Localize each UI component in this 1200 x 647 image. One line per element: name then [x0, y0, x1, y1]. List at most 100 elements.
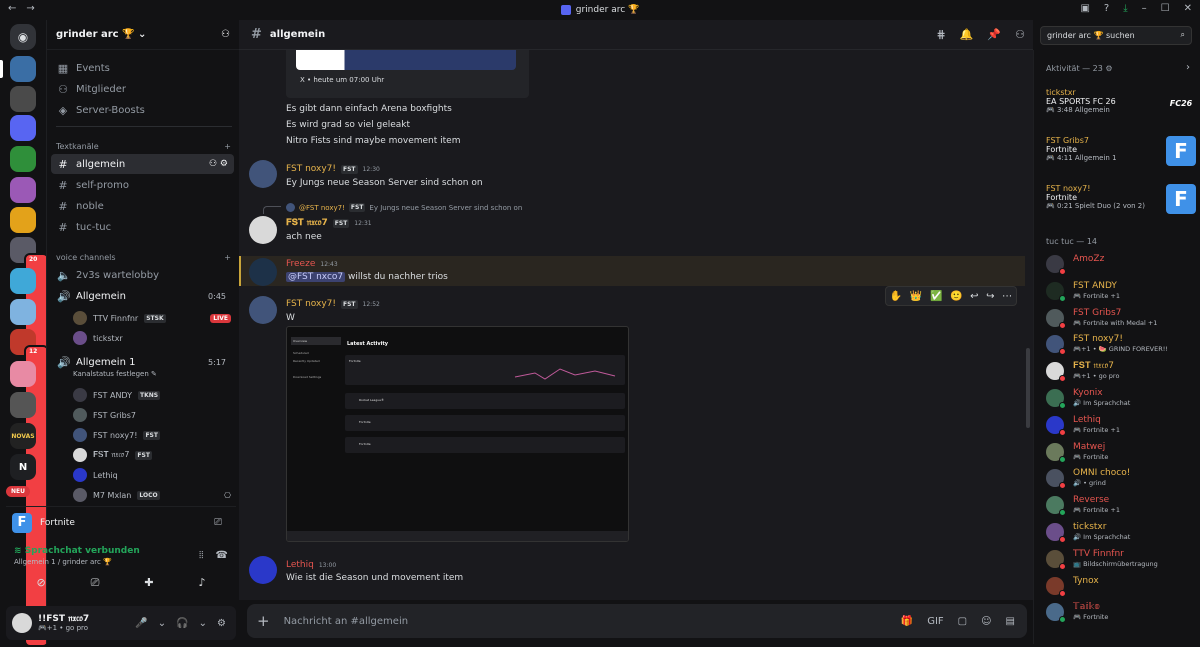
- author-name[interactable]: FST noxy7!: [286, 164, 336, 174]
- member-item[interactable]: tickstxr 🔊 Im Sprachchat: [1046, 520, 1196, 544]
- gif-icon[interactable]: GIF: [927, 616, 943, 627]
- voice-sub[interactable]: Allgemein 1 / grinder arc 🏆: [14, 558, 140, 566]
- member-item[interactable]: Kyonix 🔊 Im Sprachchat: [1046, 386, 1196, 410]
- server-icon-9[interactable]: [10, 299, 36, 325]
- author-name[interactable]: Freeze: [286, 259, 315, 269]
- member-item[interactable]: Lethiq 🎮 Fortnite +1: [1046, 413, 1196, 437]
- voice-user[interactable]: M7 Mxlan LOCO ⎔: [73, 488, 231, 502]
- user-mention[interactable]: @FST nxco7: [286, 272, 346, 282]
- member-item[interactable]: Matwej 🎮 Fortnite: [1046, 440, 1196, 464]
- threads-icon[interactable]: ⋕: [937, 28, 946, 41]
- help-icon[interactable]: ?: [1104, 3, 1109, 14]
- activity-card[interactable]: FST noxy7! Fortnite 🎮 0:21 Spielt Duo (2 v…: [1046, 184, 1196, 224]
- bell-icon[interactable]: 🔔: [960, 28, 974, 41]
- sidebar-item-boosts[interactable]: ◈ Server-Boosts: [51, 100, 234, 120]
- add-channel-icon[interactable]: +: [224, 253, 231, 262]
- activity-card[interactable]: F Fortnite ⎚: [6, 506, 236, 538]
- author-name[interactable]: 𝐅𝐒𝐓 𝔫𝔵𝔠𝔬7: [286, 218, 328, 228]
- member-item[interactable]: TTV Finnfnr 📺 Bildschirmübertragung: [1046, 547, 1196, 571]
- channel-settings-icon[interactable]: ⚇ ⚙: [209, 159, 234, 169]
- voice-user[interactable]: tickstxr: [73, 331, 123, 345]
- message-input[interactable]: + Nachricht an #allgemein 🎁 GIF ▢ ☺ ▤: [247, 604, 1027, 638]
- member-item[interactable]: 𝕋𝕒𝕚𝕜𝕠 🎮 Fortnite: [1046, 600, 1196, 624]
- category-voice[interactable]: voice channels +: [56, 253, 231, 262]
- voice-channel-wartelobby[interactable]: 🔈 2v3s wartelobby: [51, 265, 234, 285]
- back-arrow-icon[interactable]: ←: [8, 3, 16, 14]
- server-icon-13[interactable]: NOVAS: [10, 423, 36, 449]
- server-header[interactable]: grinder arc 🏆 ⌄ ⚇: [47, 20, 239, 50]
- server-icon-14[interactable]: N: [10, 454, 36, 480]
- inbox-icon[interactable]: ▣: [1080, 3, 1089, 14]
- soundboard-icon[interactable]: ♪: [198, 576, 205, 590]
- member-list-icon[interactable]: ⚇: [1015, 28, 1025, 41]
- channel-noble[interactable]: # noble: [51, 196, 234, 216]
- apps-icon[interactable]: ▤: [1006, 616, 1015, 627]
- chevron-down-icon[interactable]: ⌄: [199, 618, 207, 629]
- server-icon-12[interactable]: [10, 392, 36, 418]
- crown-emoji[interactable]: 👑: [910, 291, 922, 302]
- forward-arrow-icon[interactable]: →: [26, 3, 34, 14]
- server-icon-5[interactable]: [10, 177, 36, 203]
- server-icon-8[interactable]: [10, 268, 36, 294]
- forward-icon[interactable]: ↪: [986, 291, 994, 302]
- link-embed[interactable]: X • heute um 07:00 Uhr: [286, 50, 529, 98]
- discord-home-icon[interactable]: ◉: [10, 24, 36, 50]
- minimize-icon[interactable]: –: [1142, 3, 1147, 14]
- check-emoji[interactable]: ✅: [930, 291, 942, 302]
- activity-card[interactable]: FST Gribs7 Fortnite 🎮 4:11 Allgemein 1F: [1046, 136, 1196, 176]
- avatar[interactable]: [249, 216, 277, 244]
- member-item[interactable]: FST noxy7! 🎮+1 • 🍉 GRIND FOREVER!!: [1046, 332, 1196, 356]
- voice-user[interactable]: 𝐅𝐒𝐓 𝔫𝔵𝔠𝔬7 FST: [73, 448, 231, 462]
- member-item[interactable]: Tynox: [1046, 574, 1196, 598]
- close-icon[interactable]: ✕: [1184, 3, 1192, 14]
- sidebar-item-members[interactable]: ⚇ Mitglieder: [51, 79, 234, 99]
- voice-channel-allgemein-1[interactable]: 🔊 Allgemein 1 5:17: [51, 352, 234, 372]
- search-input[interactable]: grinder arc 🏆 suchen ⌕: [1040, 26, 1192, 45]
- attach-plus-icon[interactable]: +: [257, 612, 270, 630]
- invite-icon[interactable]: ⚇: [221, 29, 230, 40]
- member-item[interactable]: 𝐅𝐒𝐓 𝔫𝔵𝔠𝔬7 🎮+1 • go pro: [1046, 359, 1196, 383]
- avatar[interactable]: [249, 258, 277, 286]
- voice-user[interactable]: FST noxy7! FST: [73, 428, 231, 442]
- chevron-right-icon[interactable]: ›: [1186, 62, 1190, 73]
- author-name[interactable]: Lethiq: [286, 560, 314, 570]
- more-icon[interactable]: ⋯: [1002, 291, 1012, 302]
- channel-allgemein[interactable]: # allgemein ⚇ ⚙: [51, 154, 234, 174]
- avatar[interactable]: [249, 556, 277, 584]
- voice-user[interactable]: Lethiq: [73, 468, 231, 482]
- add-reaction-icon[interactable]: 🙂: [950, 291, 962, 302]
- chat-scrollbar[interactable]: [1026, 348, 1030, 428]
- category-text[interactable]: Textkanäle +: [56, 142, 231, 151]
- attached-image[interactable]: Overview Scheduled Recently Updated Down…: [286, 326, 629, 542]
- voice-channel-allgemein[interactable]: 🔊 Allgemein 0:45: [51, 286, 234, 306]
- raised-hand-emoji[interactable]: ✋: [890, 291, 902, 302]
- settings-icon[interactable]: ⚙: [217, 618, 226, 629]
- avatar[interactable]: [249, 296, 277, 324]
- maximize-icon[interactable]: ☐: [1161, 3, 1170, 14]
- member-item[interactable]: AmoZz: [1046, 252, 1196, 276]
- screen-share-icon[interactable]: ⎚: [91, 576, 100, 590]
- voice-user[interactable]: TTV Finnfnr STSK LIVE: [73, 311, 231, 325]
- chevron-down-icon[interactable]: ⌄: [158, 618, 166, 629]
- activities-icon[interactable]: ✚: [144, 576, 153, 590]
- server-icon-2[interactable]: [10, 86, 36, 112]
- disconnect-icon[interactable]: ☎: [216, 550, 228, 566]
- sidebar-item-events[interactable]: ▦ Events: [51, 58, 234, 78]
- reply-icon[interactable]: ↩: [970, 291, 978, 302]
- server-icon-4[interactable]: [10, 146, 36, 172]
- sticker-icon[interactable]: ▢: [958, 616, 967, 627]
- reply-preview[interactable]: @FST noxy7! FST Ey Jungs neue Season Serve…: [286, 203, 522, 212]
- server-icon-3[interactable]: [10, 115, 36, 141]
- channel-tuc-tuc[interactable]: # tuc-tuc: [51, 217, 234, 237]
- camera-off-icon[interactable]: ⊘: [36, 576, 45, 590]
- avatar[interactable]: [249, 160, 277, 188]
- voice-user[interactable]: FST ANDY TKNS: [73, 388, 231, 402]
- download-icon[interactable]: ⤓: [1123, 3, 1127, 14]
- gift-icon[interactable]: 🎁: [901, 616, 913, 627]
- user-panel[interactable]: !!FST 𝔫𝔵𝔠𝔬7 🎮+1 • go pro 🎤 ⌄ 🎧 ⌄ ⚙: [6, 606, 236, 640]
- voice-user[interactable]: FST Gribs7: [73, 408, 231, 422]
- embed-image[interactable]: [296, 50, 516, 70]
- add-channel-icon[interactable]: +: [224, 142, 231, 151]
- new-badge[interactable]: NEU: [6, 486, 30, 497]
- headphones-icon[interactable]: 🎧: [176, 618, 188, 629]
